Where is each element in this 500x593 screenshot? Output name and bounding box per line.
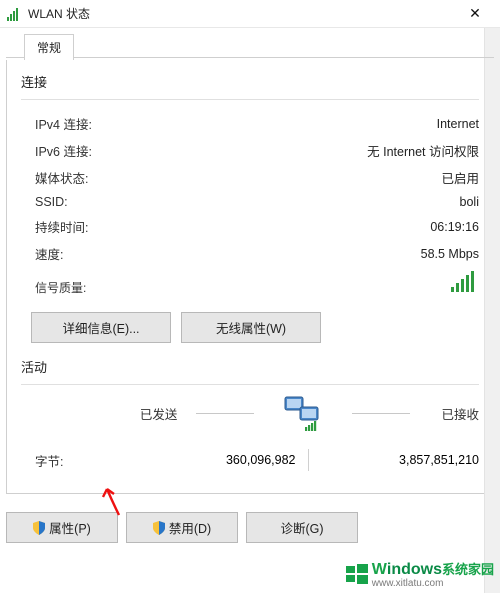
signal-label: 信号质量: [35,279,86,296]
details-button[interactable]: 详细信息(E)... [31,312,171,343]
recv-label: 已接收 [429,404,479,423]
ssid-value: boli [460,195,479,209]
ipv6-label: IPv6 连接: [35,141,92,160]
speed-label: 速度: [35,244,63,263]
separator-2 [21,384,479,385]
watermark: Windows系统家园 www.xitlatu.com [346,559,494,589]
shield-icon [153,521,165,535]
media-label: 媒体状态: [35,168,88,187]
tab-general-label: 常规 [37,41,61,55]
row-ipv4: IPv4 连接: Internet [21,110,479,137]
diagnose-button[interactable]: 诊断(G) [246,512,358,543]
bytes-recv-value: 3,857,851,210 [309,453,480,467]
row-media: 媒体状态: 已启用 [21,164,479,191]
disable-button[interactable]: 禁用(D) [126,512,238,543]
diagnose-button-label: 诊断(G) [280,518,323,537]
network-activity-icon [273,395,333,431]
signal-bars-icon [449,271,479,296]
properties-button-label: 属性(P) [49,518,91,537]
details-button-label: 详细信息(E)... [62,322,139,336]
ssid-label: SSID: [35,195,68,209]
separator [21,99,479,100]
close-button[interactable]: ✕ [456,0,494,28]
tab-border [6,57,494,58]
row-ssid: SSID: boli [21,191,479,213]
watermark-url: www.xitlatu.com [372,579,494,589]
tab-content: 连接 IPv4 连接: Internet IPv6 连接: 无 Internet… [6,60,494,494]
close-icon: ✕ [469,5,481,22]
wireless-properties-button-label: 无线属性(W) [216,322,286,336]
window-title: WLAN 状态 [28,5,456,22]
ipv4-value: Internet [437,117,479,131]
disable-button-label: 禁用(D) [169,518,211,537]
row-signal: 信号质量: [21,267,479,300]
activity-header-row: 已发送 已接收 [21,395,479,431]
row-duration: 持续时间: 06:19:16 [21,213,479,240]
row-ipv6: IPv6 连接: 无 Internet 访问权限 [21,137,479,164]
watermark-brand: indows [387,561,442,578]
line-left [196,413,254,414]
speed-value: 58.5 Mbps [421,247,479,261]
watermark-logo-icon [346,563,368,585]
tab-general[interactable]: 常规 [24,34,74,60]
row-speed: 速度: 58.5 Mbps [21,240,479,267]
sent-label: 已发送 [140,404,178,423]
duration-label: 持续时间: [35,217,88,236]
footer-button-row: 属性(P) 禁用(D) 诊断(G) [6,512,500,543]
shield-icon [33,521,45,535]
connection-button-row: 详细信息(E)... 无线属性(W) [31,312,479,343]
properties-button[interactable]: 属性(P) [6,512,118,543]
parent-scrollbar[interactable] [484,28,500,593]
ipv4-label: IPv4 连接: [35,114,92,133]
bytes-row: 字节: 360,096,982 3,857,851,210 [21,435,479,475]
title-bar: WLAN 状态 ✕ [0,0,500,28]
duration-value: 06:19:16 [430,220,479,234]
bytes-sent-value: 360,096,982 [125,453,308,467]
wireless-properties-button[interactable]: 无线属性(W) [181,312,321,343]
media-value: 已启用 [441,168,479,187]
activity-section-title: 活动 [21,357,479,376]
wifi-icon [6,6,22,22]
bytes-label: 字节: [35,451,125,470]
line-right [352,413,410,414]
connection-section-title: 连接 [21,72,479,91]
ipv6-value: 无 Internet 访问权限 [367,141,479,160]
